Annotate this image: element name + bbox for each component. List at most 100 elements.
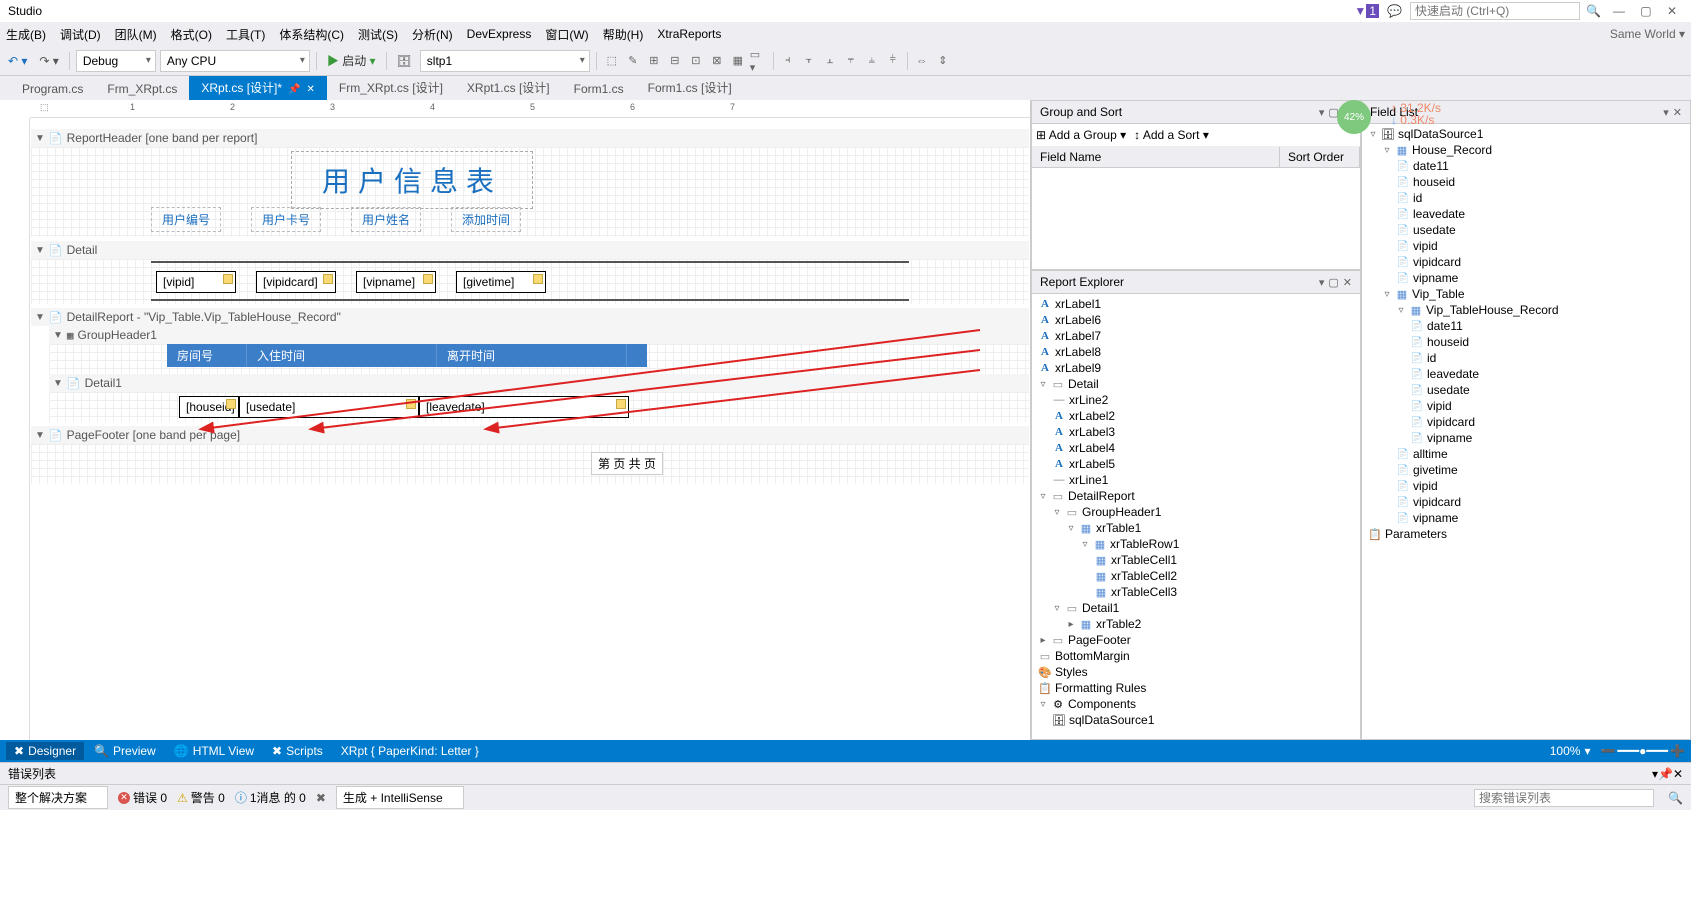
fl2-usedate[interactable]: usedate [1427, 383, 1470, 397]
menu-help[interactable]: 帮助(H) [603, 26, 644, 43]
ds-icon[interactable]: 🗄 [393, 52, 416, 70]
fl-usedate[interactable]: usedate [1413, 223, 1456, 237]
align-center[interactable]: ⫟ [800, 52, 818, 70]
tree-xrlabel7[interactable]: xrLabel7 [1055, 329, 1101, 343]
smart-tag-icon[interactable] [406, 399, 416, 409]
col-field-name[interactable]: Field Name [1032, 147, 1280, 167]
field-leavedate[interactable]: [leavedate] [419, 396, 629, 418]
align-middle[interactable]: ⫨ [863, 52, 881, 70]
tool-wand[interactable]: ✎ [624, 52, 642, 70]
tree-xrlabel8[interactable]: xrLabel8 [1055, 345, 1101, 359]
menu-build[interactable]: 生成(B) [6, 26, 46, 43]
errors-count[interactable]: ✕ 错误 0 [118, 789, 167, 806]
tree-components[interactable]: Components [1068, 697, 1136, 711]
fl2-houseid[interactable]: houseid [1427, 335, 1469, 349]
fl-houseid[interactable]: houseid [1413, 175, 1455, 189]
fl-vipidcard[interactable]: vipidcard [1413, 255, 1461, 269]
tab-program[interactable]: Program.cs [10, 78, 95, 100]
tree-xrlabel3[interactable]: xrLabel3 [1069, 425, 1115, 439]
tool-grid3[interactable]: ⊡ [687, 52, 705, 70]
sub-table-header[interactable]: 房间号 入住时间 离开时间 [167, 344, 647, 367]
field-givetime[interactable]: [givetime] [456, 271, 546, 293]
user-menu[interactable]: Same World ▾ [1610, 27, 1685, 41]
tab-html-view[interactable]: 🌐 HTML View [166, 742, 262, 760]
align-bottom[interactable]: ⫩ [884, 52, 902, 70]
menu-format[interactable]: 格式(O) [171, 26, 212, 43]
group-sort-grid[interactable] [1032, 168, 1360, 269]
fl-date11[interactable]: date11 [1413, 159, 1449, 173]
menu-team[interactable]: 团队(M) [115, 26, 157, 43]
tree-xrtablecell3[interactable]: xrTableCell3 [1111, 585, 1177, 599]
tab-xrpt1-design[interactable]: XRpt1.cs [设计] [455, 75, 562, 100]
col-header-vipname[interactable]: 用户姓名 [351, 207, 421, 232]
fl2-leavedate[interactable]: leavedate [1427, 367, 1479, 381]
field-vipname[interactable]: [vipname] [356, 271, 436, 293]
menu-xtrareports[interactable]: XtraReports [657, 27, 721, 41]
tab-designer[interactable]: ✖ Designer [6, 742, 84, 760]
panel-dropdown-icon[interactable]: ▾ [1319, 106, 1325, 119]
field-vipid[interactable]: [vipid] [156, 271, 236, 293]
tool-grid4[interactable]: ⊠ [708, 52, 726, 70]
align-right[interactable]: ⫠ [821, 52, 839, 70]
messages-count[interactable]: ⓘ 1消息 的 0 [235, 789, 306, 806]
start-button[interactable]: ▶ 启动 ▾ [323, 50, 380, 71]
solution-filter[interactable]: 整个解决方案 [8, 786, 108, 809]
feedback-icon[interactable]: 💬 [1387, 4, 1402, 18]
smart-tag-icon[interactable] [533, 274, 543, 284]
fl-vip-tablehouse-record[interactable]: Vip_TableHouse_Record [1426, 303, 1559, 317]
col-header-givetime[interactable]: 添加时间 [451, 207, 521, 232]
fl-sqldatasource1[interactable]: sqlDataSource1 [1398, 127, 1483, 141]
smart-tag-icon[interactable] [616, 399, 626, 409]
tab-form1[interactable]: Form1.cs [562, 78, 636, 100]
tab-form1-design[interactable]: Form1.cs [设计] [636, 75, 744, 100]
fl2-date11[interactable]: date11 [1427, 319, 1463, 333]
tree-xrlabel9[interactable]: xrLabel9 [1055, 361, 1101, 375]
tree-xrtablerow1[interactable]: xrTableRow1 [1110, 537, 1179, 551]
undo-button[interactable]: ↶ ▾ [4, 52, 31, 70]
tree-bottommargin[interactable]: BottomMargin [1055, 649, 1130, 663]
tree-detail[interactable]: Detail [1068, 377, 1099, 391]
tool-pointer[interactable]: ⬚ [603, 52, 621, 70]
smart-tag-icon[interactable] [323, 274, 333, 284]
report-explorer-tree[interactable]: xrLabel1 xrLabel6 xrLabel7 xrLabel8 xrLa… [1034, 296, 1358, 728]
error-search-input[interactable] [1474, 789, 1654, 807]
menu-tools[interactable]: 工具(T) [226, 26, 265, 43]
zoom-out-icon[interactable]: ➖ [1600, 744, 1615, 758]
tool-rect[interactable]: ▭ ▾ [750, 52, 768, 70]
fl-house-record[interactable]: House_Record [1412, 143, 1492, 157]
zoom-in-icon[interactable]: ➕ [1670, 744, 1685, 758]
fl-vip-table[interactable]: Vip_Table [1412, 287, 1465, 301]
fl2-id[interactable]: id [1427, 351, 1436, 365]
th-houseid[interactable]: 房间号 [167, 344, 247, 367]
fl-vipname[interactable]: vipname [1413, 271, 1458, 285]
col-header-vipid[interactable]: 用户编号 [151, 207, 221, 232]
field-houseid[interactable]: [houseid] [179, 396, 239, 418]
panel-close-icon[interactable]: ✕ [1343, 276, 1352, 289]
col-header-vipidcard[interactable]: 用户卡号 [251, 207, 321, 232]
align-top[interactable]: ⫧ [842, 52, 860, 70]
detail-report-band[interactable]: ▼ 📄 DetailReport - "Vip_Table.Vip_TableH… [30, 307, 1030, 423]
panel-dropdown-icon[interactable]: ▾ [1319, 276, 1325, 289]
tree-xrlabel4[interactable]: xrLabel4 [1069, 441, 1115, 455]
menu-test[interactable]: 测试(S) [358, 26, 398, 43]
panel-close-icon[interactable]: ✕ [1673, 106, 1682, 119]
tree-xrtablecell2[interactable]: xrTableCell2 [1111, 569, 1177, 583]
zoom-slider[interactable]: ━━━●━━━ [1617, 744, 1668, 758]
align-left[interactable]: ⫞ [779, 52, 797, 70]
tool-grid2[interactable]: ⊟ [666, 52, 684, 70]
col-sort-order[interactable]: Sort Order [1280, 147, 1360, 167]
platform-combo[interactable]: Any CPU [160, 50, 310, 72]
field-list-tree[interactable]: ▿sqlDataSource1 ▿House_Record date11 hou… [1364, 126, 1688, 542]
tab-frm-xrpt-design[interactable]: Frm_XRpt.cs [设计] [327, 75, 455, 100]
fl-vt-vipid[interactable]: vipid [1413, 479, 1438, 493]
close-button[interactable]: ✕ [1667, 4, 1677, 18]
add-sort-button[interactable]: ↕ Add a Sort ▾ [1134, 128, 1209, 142]
menu-devexpress[interactable]: DevExpress [467, 27, 532, 41]
tree-detailreport[interactable]: DetailReport [1068, 489, 1135, 503]
tab-preview[interactable]: 🔍 Preview [86, 742, 164, 760]
build-intelli-filter[interactable]: 生成 + IntelliSense [336, 786, 464, 809]
page-footer-band[interactable]: ▼ 📄 PageFooter [one band per page] 第 页 共… [30, 425, 1030, 485]
tab-frm-xrpt[interactable]: Frm_XRpt.cs [95, 78, 189, 100]
th-leavedate[interactable]: 离开时间 [437, 344, 627, 367]
tree-formatting-rules[interactable]: Formatting Rules [1055, 681, 1146, 695]
